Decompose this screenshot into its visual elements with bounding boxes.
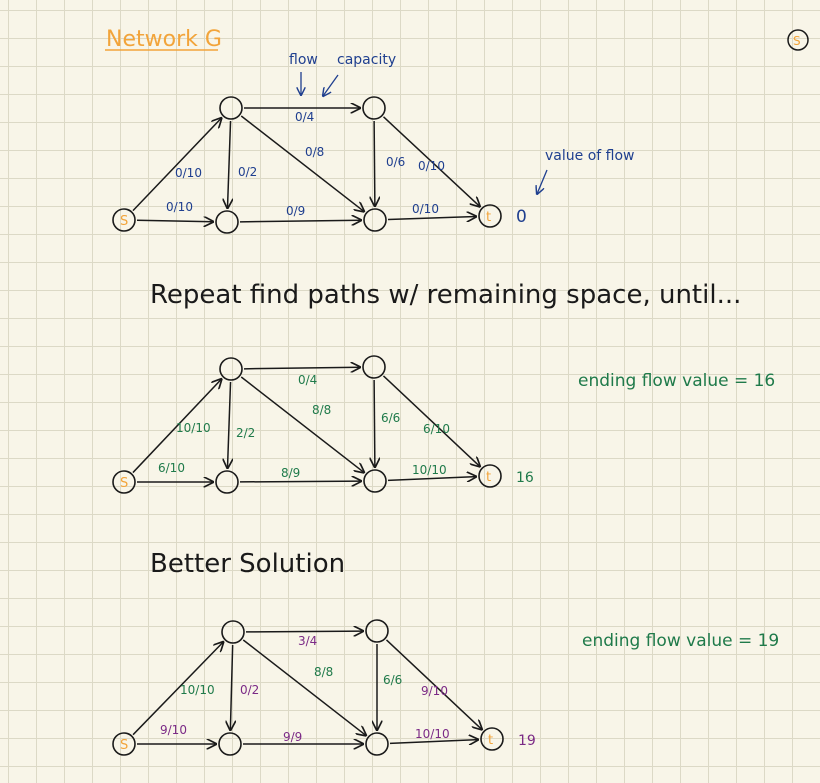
- node-a: [219, 96, 243, 120]
- flow-value: 19: [518, 733, 536, 749]
- edge-label-a-c: 0/4: [298, 373, 317, 387]
- graph-3: 10/10 9/10 3/4 0/2 8/8 9/9 6/6 9/10 10/10 S t 19 end…: [112, 619, 779, 756]
- edge-label-c-d: 6/6: [383, 673, 402, 687]
- edge-label-c-t: 9/10: [421, 684, 448, 698]
- edge-label-c-t: 0/10: [418, 159, 445, 173]
- edge-label-b-d: 0/9: [286, 204, 305, 218]
- graph-2: 10/10 6/10 0/4 2/2 8/8 8/9 6/6 6/10 10/10 S t 16 end…: [112, 355, 775, 494]
- edge-label-a-d: 8/8: [314, 665, 333, 679]
- capacity-annotation: capacity: [337, 52, 396, 68]
- edge-a-c: [243, 367, 360, 369]
- edge-a-b: [227, 381, 230, 468]
- edge-c-d: [374, 379, 375, 467]
- flow-value: 0: [516, 207, 527, 227]
- edge-label-a-b: 0/2: [240, 683, 259, 697]
- edge-label-s-b: 0/10: [166, 200, 193, 214]
- edge-a-b: [227, 120, 230, 208]
- edge-label-d-t: 10/10: [415, 727, 450, 741]
- edge-label-b-d: 8/9: [281, 466, 300, 480]
- node-c: [362, 355, 386, 379]
- edge-d-t: [387, 477, 476, 481]
- flow-annotation: flow: [289, 52, 318, 68]
- node-d: [363, 469, 387, 493]
- better-solution-heading: Better Solution: [150, 549, 345, 579]
- graph-1: 0/10 0/10 0/4 0/2 0/8 0/9 0/6 0/10 0/10 S t 0: [112, 96, 527, 234]
- edge-c-d: [374, 120, 375, 206]
- diagram-title: Network G: [106, 27, 222, 52]
- node-d: [365, 732, 389, 756]
- node-c: [365, 619, 389, 643]
- edge-label-s-b: 9/10: [160, 723, 187, 737]
- partial-node-s-label: S: [793, 34, 801, 48]
- value-of-flow-annotation: value of flow: [545, 148, 634, 164]
- node-t-label: t: [486, 210, 491, 225]
- edge-a-b: [230, 644, 232, 730]
- edge-label-c-d: 0/6: [386, 155, 405, 169]
- node-b: [215, 210, 239, 234]
- edge-label-d-t: 10/10: [412, 463, 447, 477]
- edge-label-c-t: 6/10: [423, 422, 450, 436]
- edge-s-a: [132, 118, 221, 212]
- capacity-annotation-arrow: [323, 74, 339, 96]
- network-flow-diagram: Network G flow capacity value of flow Re…: [105, 27, 809, 756]
- edge-label-s-a: 10/10: [180, 683, 215, 697]
- node-t-label: t: [486, 470, 491, 485]
- node-a: [219, 357, 243, 381]
- edge-d-t: [387, 216, 476, 219]
- edge-label-a-d: 0/8: [305, 145, 324, 159]
- edge-b-d: [239, 481, 361, 482]
- edge-label-s-a: 10/10: [176, 421, 211, 435]
- value-of-flow-arrow: [537, 169, 548, 194]
- node-s-label: S: [120, 738, 128, 753]
- edge-a-d: [242, 639, 366, 735]
- node-s-label: S: [120, 214, 128, 229]
- ending-flow-note: ending flow value = 19: [582, 631, 779, 651]
- graphs-container: 0/10 0/10 0/4 0/2 0/8 0/9 0/6 0/10 0/10 S t 0 10/10 6…: [112, 96, 779, 756]
- edge-label-s-a: 0/10: [175, 166, 202, 180]
- edge-label-a-d: 8/8: [312, 403, 331, 417]
- edge-label-d-t: 0/10: [412, 202, 439, 216]
- edge-a-d: [240, 115, 364, 211]
- edge-label-a-c: 0/4: [295, 110, 314, 124]
- node-b: [215, 470, 239, 494]
- node-s-label: S: [120, 476, 128, 491]
- node-a: [221, 620, 245, 644]
- edge-label-a-c: 3/4: [298, 634, 317, 648]
- edge-label-a-b: 0/2: [238, 165, 257, 179]
- edge-label-c-d: 6/6: [381, 411, 400, 425]
- edge-a-d: [240, 376, 364, 472]
- edge-s-b: [136, 220, 213, 221]
- edge-label-a-b: 2/2: [236, 426, 255, 440]
- repeat-instruction: Repeat find paths w/ remaining space, un…: [150, 280, 741, 310]
- node-c: [362, 96, 386, 120]
- edge-b-d: [239, 220, 361, 222]
- edge-a-c: [245, 631, 363, 632]
- node-b: [218, 732, 242, 756]
- ending-flow-note: ending flow value = 16: [578, 371, 775, 391]
- node-t-label: t: [488, 733, 493, 748]
- flow-value: 16: [516, 470, 534, 486]
- edge-label-b-d: 9/9: [283, 730, 302, 744]
- edge-label-s-b: 6/10: [158, 461, 185, 475]
- node-d: [363, 208, 387, 232]
